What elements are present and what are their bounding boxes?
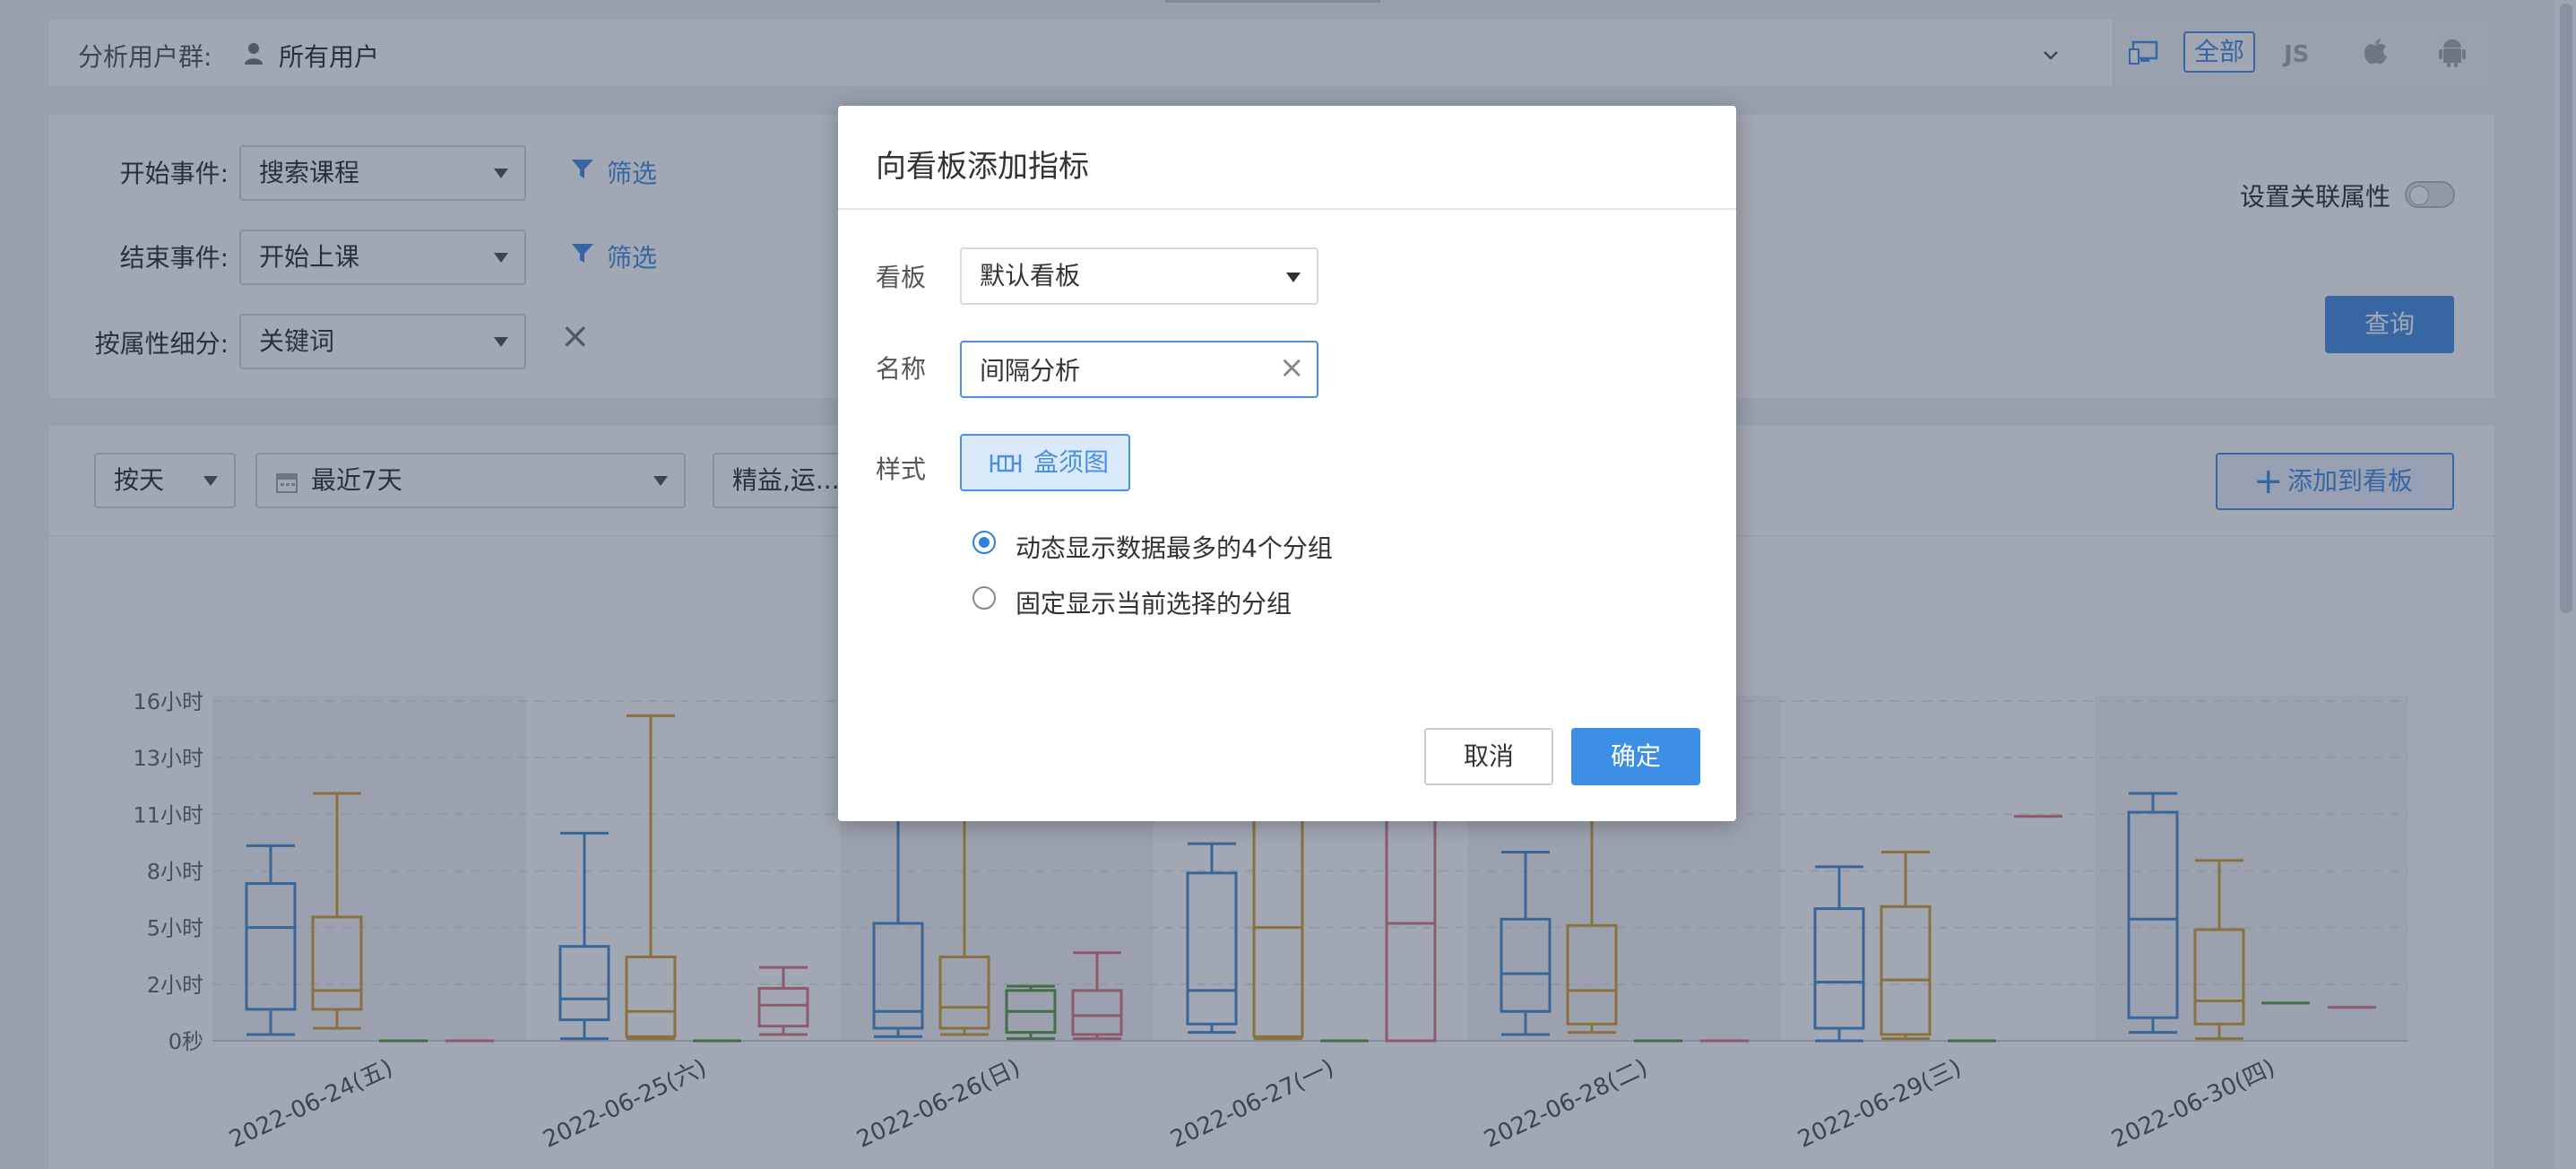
- dialog-divider: [838, 208, 1736, 210]
- radio-fixed-label: 固定显示当前选择的分组: [1016, 589, 1292, 619]
- board-select[interactable]: 默认看板: [960, 247, 1318, 305]
- dialog-title: 向看板添加指标: [876, 149, 1089, 185]
- name-label: 名称: [876, 354, 927, 384]
- name-input[interactable]: [960, 341, 1318, 398]
- clear-input-icon[interactable]: ×: [1279, 350, 1305, 385]
- style-value: 盒须图: [1033, 447, 1110, 477]
- boxplot-icon: [990, 455, 1022, 472]
- style-label: 样式: [876, 455, 927, 484]
- board-label: 看板: [876, 263, 927, 292]
- top-scroll-indicator: [1165, 0, 1380, 3]
- radio-dynamic-label: 动态显示数据最多的4个分组: [1016, 533, 1333, 563]
- scrollbar-thumb[interactable]: [2560, 4, 2572, 613]
- board-select-value: 默认看板: [980, 261, 1081, 290]
- radio-fixed-groups[interactable]: [972, 586, 996, 610]
- cancel-button[interactable]: 取消: [1424, 728, 1553, 785]
- add-metric-dialog: 向看板添加指标 看板 默认看板 名称 × 样式 盒须图 动态显示数据最多的4个分…: [838, 106, 1736, 821]
- confirm-button[interactable]: 确定: [1571, 728, 1700, 785]
- boxplot-style-button[interactable]: 盒须图: [960, 434, 1130, 491]
- radio-dynamic-groups[interactable]: [972, 531, 996, 554]
